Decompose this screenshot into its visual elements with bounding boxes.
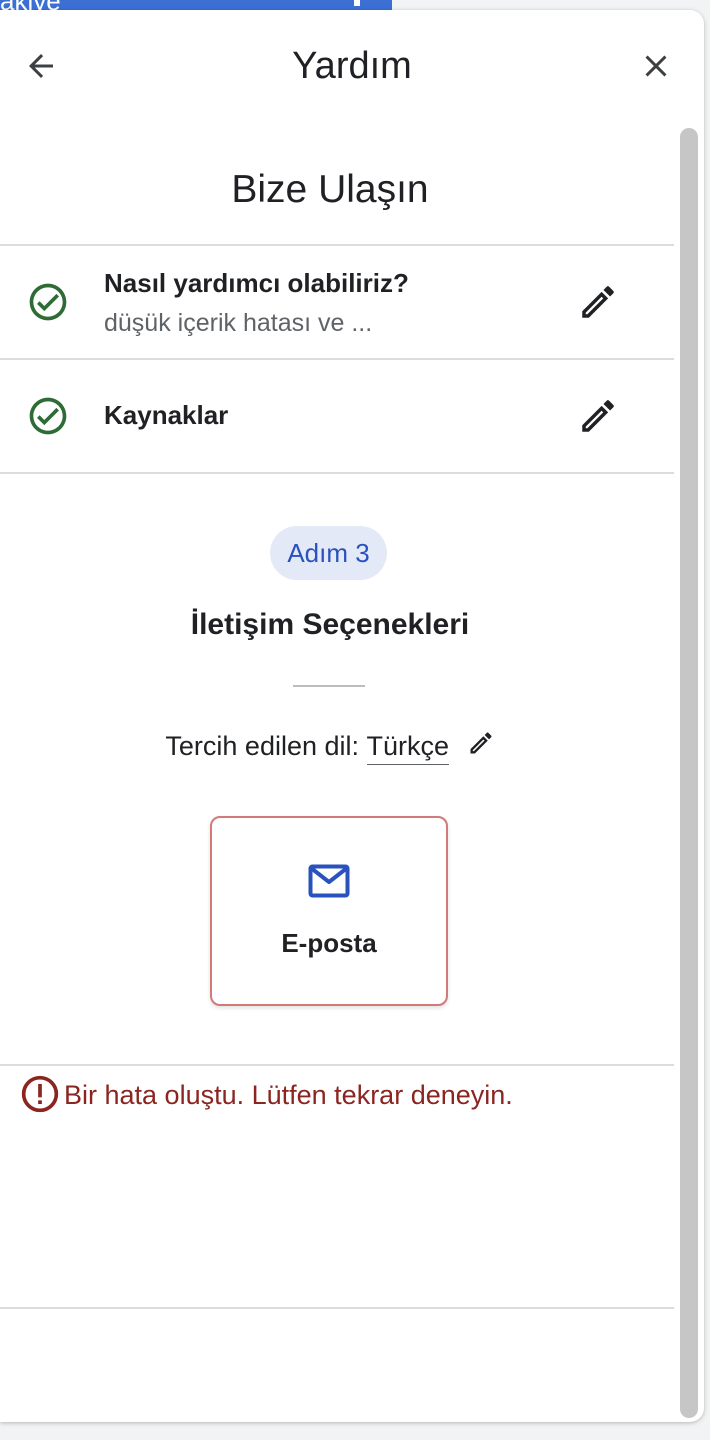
background-dot [354, 0, 360, 6]
edit-step-button[interactable] [574, 278, 622, 326]
step-how-can-we-help[interactable]: Nasıl yardımcı olabiliriz? düşük içerik … [0, 246, 674, 358]
step-title: Kaynaklar [104, 400, 229, 430]
page-title: Bize Ulaşın [231, 168, 429, 211]
section-title: İletişim Seçenekleri [190, 608, 470, 641]
section-rule [293, 685, 365, 687]
divider [0, 472, 674, 474]
mail-icon [308, 864, 350, 898]
step-chip: Adım 3 [270, 526, 387, 580]
email-option-label: E-posta [281, 928, 377, 958]
panel-header: Yardım [0, 10, 704, 124]
pencil-icon [582, 400, 614, 432]
help-panel: Yardım Bize Ulaşın Nasıl yardımcı olabil… [0, 10, 704, 1422]
preferred-language-row: Tercih edilen dil: Türkçe [0, 724, 660, 770]
email-contact-option[interactable]: E-posta [210, 816, 448, 1006]
step-subtitle: düşük içerik hatası ve ... [104, 309, 373, 337]
panel-content: Bize Ulaşın Nasıl yardımcı olabiliriz? d… [0, 124, 674, 1422]
scrollbar-thumb[interactable] [680, 128, 698, 1418]
pencil-icon [470, 732, 492, 754]
step-title: Nasıl yardımcı olabiliriz? [104, 268, 409, 298]
panel-title: Yardım [292, 45, 412, 87]
error-message: Bir hata oluştu. Lütfen tekrar deneyin. [20, 1074, 660, 1118]
error-text: Bir hata oluştu. Lütfen tekrar deneyin. [64, 1080, 513, 1110]
language-label: Tercih edilen dil: [165, 731, 360, 761]
pencil-icon [582, 286, 614, 318]
step-resources[interactable]: Kaynaklar [0, 360, 674, 472]
language-value[interactable]: Türkçe [366, 728, 450, 765]
error-icon [21, 1075, 59, 1113]
divider [0, 1064, 674, 1066]
edit-step-button[interactable] [574, 392, 622, 440]
check-circle-icon [29, 397, 67, 435]
close-icon [645, 55, 667, 77]
edit-language-button[interactable] [467, 726, 495, 770]
check-circle-icon [29, 283, 67, 321]
close-button[interactable] [632, 42, 680, 90]
divider [0, 1307, 674, 1309]
